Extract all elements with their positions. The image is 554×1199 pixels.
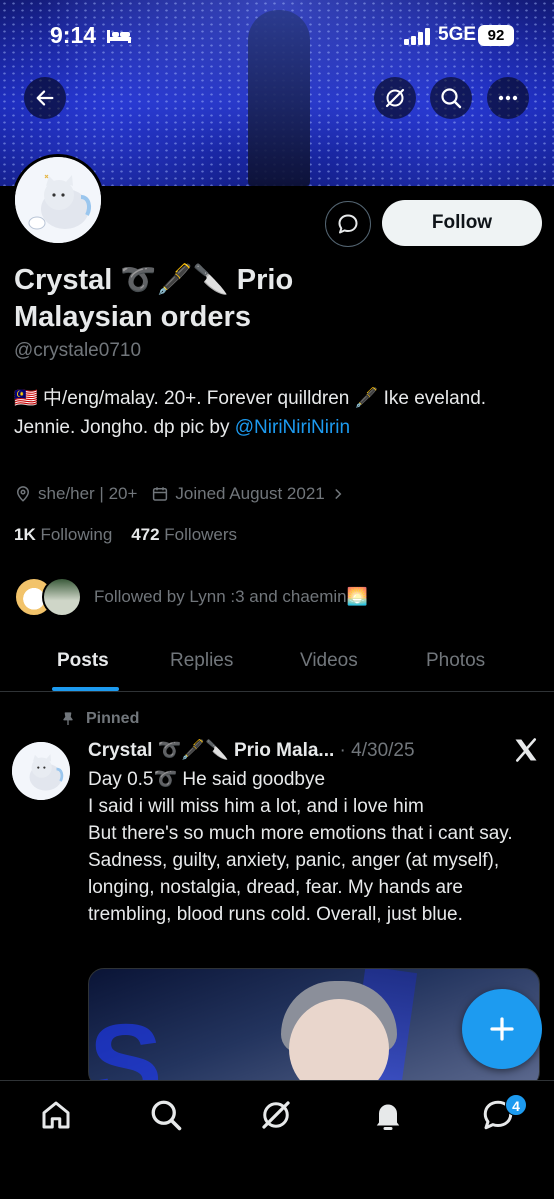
- back-button[interactable]: [24, 77, 66, 119]
- tab-videos[interactable]: Videos: [300, 650, 358, 672]
- following-link[interactable]: 1K Following: [14, 525, 112, 544]
- profile-avatar[interactable]: [12, 154, 104, 246]
- display-name: Crystal ➰🖋️🔪 Prio Malaysian orders: [14, 264, 294, 333]
- tab-posts[interactable]: Posts: [57, 650, 109, 672]
- bed-icon: [107, 30, 131, 43]
- grok-icon[interactable]: [258, 1097, 294, 1133]
- post-date[interactable]: · 4/30/25: [334, 740, 415, 761]
- followers-label: Followers: [164, 525, 238, 544]
- bottom-navigation: [0, 1080, 554, 1199]
- battery-indicator: 92: [478, 25, 514, 46]
- pin-icon: [63, 712, 73, 725]
- cat-avatar-image: [12, 742, 70, 800]
- status-bar: 9:14 5GE 92: [0, 0, 554, 70]
- profile-meta: she/her | 20+ Joined August 2021: [14, 484, 351, 504]
- arrow-left-icon: [36, 90, 54, 106]
- signal-icon: [404, 28, 430, 45]
- chevron-right-icon[interactable]: [331, 487, 345, 501]
- media-background-shape: S: [89, 1002, 163, 1088]
- tab-replies[interactable]: Replies: [170, 650, 233, 672]
- grok-icon: [385, 88, 405, 108]
- following-count: 1K: [14, 525, 36, 544]
- more-dots-icon: [498, 95, 518, 101]
- search-button[interactable]: [430, 77, 472, 119]
- follow-button[interactable]: Follow: [382, 200, 542, 246]
- x-logo-icon: [515, 738, 537, 762]
- messages-badge: 4: [505, 1094, 527, 1116]
- search-icon: [441, 88, 462, 109]
- pinned-text: Pinned: [86, 710, 140, 727]
- calendar-icon: [153, 487, 168, 501]
- bio-link[interactable]: @NiriNiriNirin: [235, 417, 350, 438]
- pinned-label: Pinned: [60, 710, 139, 728]
- follow-counts: 1K Following 472 Followers: [14, 525, 237, 545]
- status-time: 9:14: [50, 22, 97, 48]
- pronouns-text: she/her | 20+: [38, 484, 138, 503]
- compose-button[interactable]: [462, 989, 542, 1069]
- handle: @crystale0710: [14, 340, 142, 361]
- grok-button[interactable]: [374, 77, 416, 119]
- search-icon[interactable]: [148, 1097, 184, 1133]
- network-type: 5GE: [438, 24, 477, 45]
- post-author-name[interactable]: Crystal ➰🖋️🔪 Prio Mala...: [88, 740, 334, 761]
- plus-icon: [490, 1017, 514, 1041]
- followers-link[interactable]: 472 Followers: [131, 525, 237, 544]
- location-pin-icon: [16, 486, 30, 502]
- followers-count: 472: [131, 525, 160, 544]
- home-icon[interactable]: [38, 1097, 74, 1133]
- more-options-button[interactable]: [487, 77, 529, 119]
- joined-date: Joined August 2021: [175, 484, 325, 503]
- chat-bubble-icon: [338, 214, 358, 234]
- bell-icon[interactable]: [370, 1097, 406, 1133]
- post-author-avatar[interactable]: [12, 742, 70, 800]
- follower-avatar-2: [42, 577, 82, 617]
- cat-avatar-image: [15, 157, 101, 243]
- media-face-shape: [289, 999, 389, 1087]
- following-label: Following: [40, 525, 113, 544]
- followed-by-row[interactable]: Followed by Lynn :3 and chaemin🌅: [14, 574, 368, 620]
- profile-tabs: Posts Replies Videos Photos: [0, 636, 554, 692]
- message-button[interactable]: [325, 201, 371, 247]
- post-header: Crystal ➰🖋️🔪 Prio Mala... · 4/30/25: [88, 738, 415, 762]
- tab-photos[interactable]: Photos: [426, 650, 485, 672]
- post-text: Day 0.5➰ He said goodbye I said i will m…: [88, 769, 513, 925]
- bio: 🇲🇾 中/eng/malay. 20+. Forever quilldren 🖋…: [14, 384, 534, 442]
- followed-by-text: Followed by Lynn :3 and chaemin🌅: [94, 587, 368, 606]
- active-tab-indicator: [52, 687, 119, 691]
